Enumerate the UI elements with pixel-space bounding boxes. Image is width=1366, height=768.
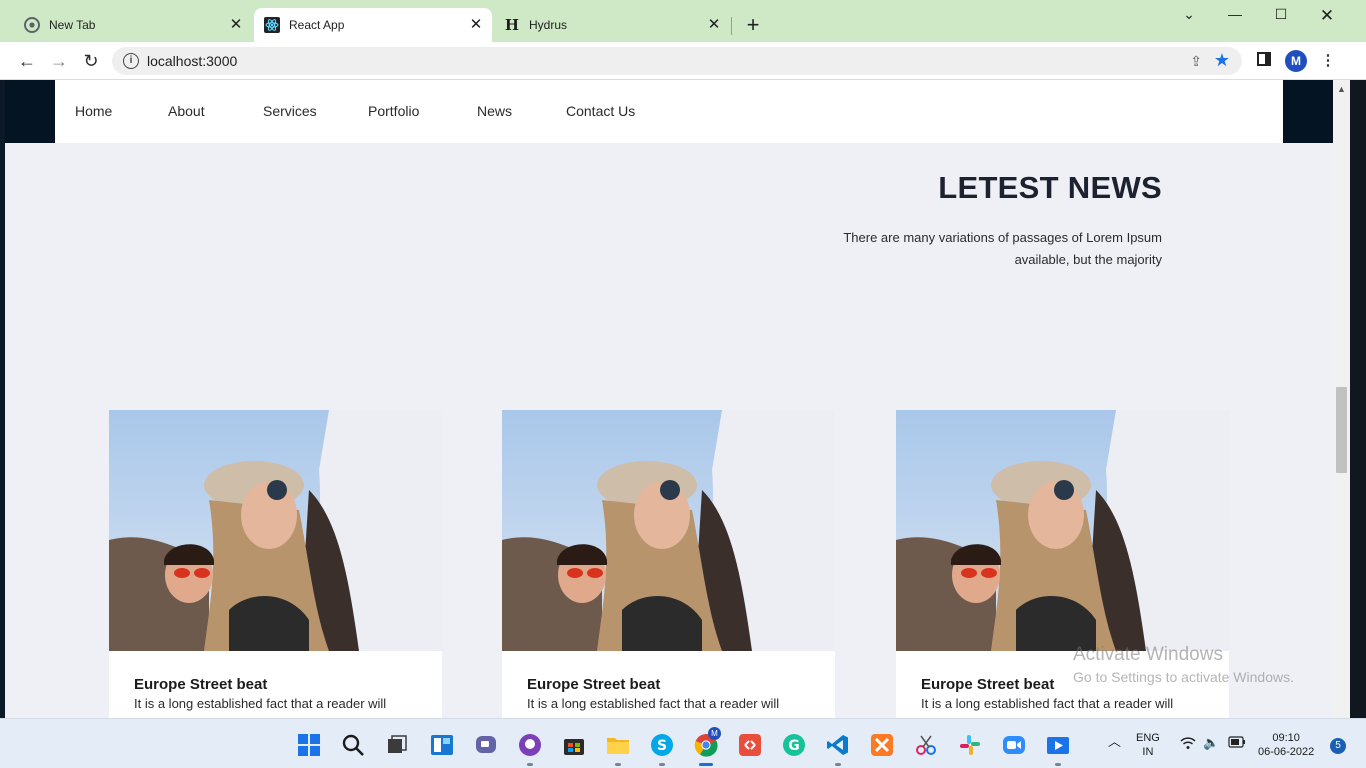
chrome-taskbar-icon[interactable]: M	[694, 727, 721, 766]
git-app-icon[interactable]	[738, 733, 762, 757]
file-explorer-icon[interactable]	[606, 733, 630, 766]
chrome-icon	[24, 17, 40, 33]
nav-news[interactable]: News	[477, 103, 512, 119]
profile-avatar[interactable]: M	[1285, 50, 1307, 72]
address-bar[interactable]: i localhost:3000 ⇪ ★	[112, 47, 1242, 75]
card-title: Europe Street beat	[134, 676, 268, 693]
grammarly-icon[interactable]: G	[782, 733, 806, 757]
github-desktop-icon[interactable]	[518, 733, 542, 766]
search-icon[interactable]	[341, 733, 365, 757]
tab-title: New Tab	[49, 18, 96, 32]
tab-search-icon[interactable]: ⌄	[1174, 6, 1204, 26]
maximize-icon[interactable]: ☐	[1266, 6, 1296, 26]
card-photo	[896, 410, 1229, 651]
tray-overflow-chevron-icon[interactable]: ︿	[1108, 735, 1121, 749]
bookmark-star-icon[interactable]: ★	[1214, 50, 1230, 71]
svg-text:S: S	[657, 738, 667, 754]
background-window-edge	[1350, 80, 1366, 718]
share-icon[interactable]: ⇪	[1190, 53, 1202, 70]
windows-start-icon[interactable]	[297, 733, 321, 757]
chrome-profile-badge: M	[708, 727, 721, 740]
zoom-icon[interactable]	[1002, 733, 1026, 757]
hydrus-icon: H	[504, 16, 520, 34]
section-subtitle: There are many variations of passages of…	[843, 230, 1162, 267]
nav-about[interactable]: About	[168, 103, 205, 119]
page-viewport: Home About Services Portfolio News Conta…	[5, 80, 1333, 718]
language-region: IN	[1142, 746, 1154, 758]
tab-new-tab[interactable]: New Tab ✕	[0, 8, 252, 42]
nav-services[interactable]: Services	[263, 103, 317, 119]
nav-contact-us[interactable]: Contact Us	[566, 103, 635, 119]
close-tab-icon[interactable]: ✕	[468, 17, 484, 33]
menu-kebab-icon[interactable]: ⋮	[1319, 52, 1337, 70]
browser-toolbar: ← → ↻ i localhost:3000 ⇪ ★ ⋮	[0, 42, 1366, 80]
card-photo	[502, 410, 835, 651]
close-tab-icon[interactable]: ✕	[706, 17, 722, 33]
card-title: Europe Street beat	[921, 676, 1055, 693]
watermark-line-1: Activate Windows	[1073, 644, 1223, 665]
svg-text:G: G	[788, 738, 800, 754]
task-view-icon[interactable]	[385, 733, 409, 757]
battery-icon[interactable]	[1228, 736, 1246, 752]
slack-icon[interactable]	[958, 733, 982, 757]
news-card[interactable]: Europe Street beat It is a long establis…	[109, 410, 442, 718]
tab-strip: New Tab ✕ React App ✕ H Hydrus ✕ + ⌄ — ☐…	[0, 0, 1366, 42]
minimize-icon[interactable]: —	[1220, 6, 1250, 26]
clock[interactable]: 09:10 06-06-2022	[1258, 731, 1314, 759]
url-text[interactable]: localhost:3000	[147, 53, 237, 69]
scroll-up-arrow-icon[interactable]: ▲	[1337, 84, 1346, 94]
page-scrollbar[interactable]: ▲	[1333, 80, 1350, 718]
nav-portfolio[interactable]: Portfolio	[368, 103, 419, 119]
language-indicator[interactable]: ENG IN	[1136, 731, 1160, 759]
card-text: It is a long established fact that a rea…	[134, 696, 387, 711]
scrollbar-thumb[interactable]	[1336, 387, 1347, 473]
vscode-icon[interactable]	[826, 733, 850, 766]
tab-title: Hydrus	[529, 18, 568, 32]
activate-windows-watermark: Activate Windows Go to Settings to activ…	[1073, 644, 1294, 685]
language-code: ENG	[1136, 732, 1160, 744]
card-title: Europe Street beat	[527, 676, 661, 693]
card-text: It is a long established fact that a rea…	[527, 696, 780, 711]
section-title: LETEST NEWS	[938, 170, 1162, 205]
nav-home[interactable]: Home	[75, 103, 112, 119]
tab-hydrus[interactable]: H Hydrus ✕	[492, 8, 730, 42]
close-tab-icon[interactable]: ✕	[228, 17, 244, 33]
microsoft-store-icon[interactable]	[562, 733, 586, 757]
card-text: It is a long established fact that a rea…	[921, 696, 1174, 711]
clock-time: 09:10	[1272, 732, 1300, 744]
reload-icon[interactable]: ↻	[80, 50, 102, 72]
xampp-icon[interactable]	[870, 733, 894, 757]
tab-separator	[731, 17, 732, 35]
clock-date: 06-06-2022	[1258, 746, 1315, 758]
back-icon[interactable]: ←	[16, 50, 38, 72]
volume-icon[interactable]: 🔈	[1203, 736, 1219, 750]
close-window-icon[interactable]: ✕	[1312, 6, 1342, 26]
react-icon	[264, 17, 280, 33]
site-info-icon[interactable]: i	[123, 53, 139, 69]
card-photo	[109, 410, 442, 651]
widgets-icon[interactable]	[430, 733, 454, 757]
snipping-tool-icon[interactable]	[914, 733, 938, 757]
notification-count-badge[interactable]: 5	[1330, 738, 1346, 754]
teams-chat-icon[interactable]	[474, 733, 498, 757]
side-panel-icon[interactable]	[1255, 52, 1273, 70]
site-navbar: Home About Services Portfolio News Conta…	[55, 80, 1283, 143]
new-tab-button[interactable]: +	[742, 14, 764, 37]
windows-taskbar: S M G ︿ ENG IN 🔈 09:10 06-06-2022 5	[0, 718, 1366, 768]
forward-icon[interactable]: →	[48, 50, 70, 72]
media-player-icon[interactable]	[1046, 733, 1070, 766]
watermark-line-2: Go to Settings to activate Windows.	[1073, 669, 1294, 685]
tab-react-app[interactable]: React App ✕	[254, 8, 492, 42]
tab-title: React App	[289, 18, 345, 32]
news-card[interactable]: Europe Street beat It is a long establis…	[502, 410, 835, 718]
wifi-icon[interactable]	[1180, 736, 1196, 753]
skype-icon[interactable]: S	[650, 733, 674, 766]
